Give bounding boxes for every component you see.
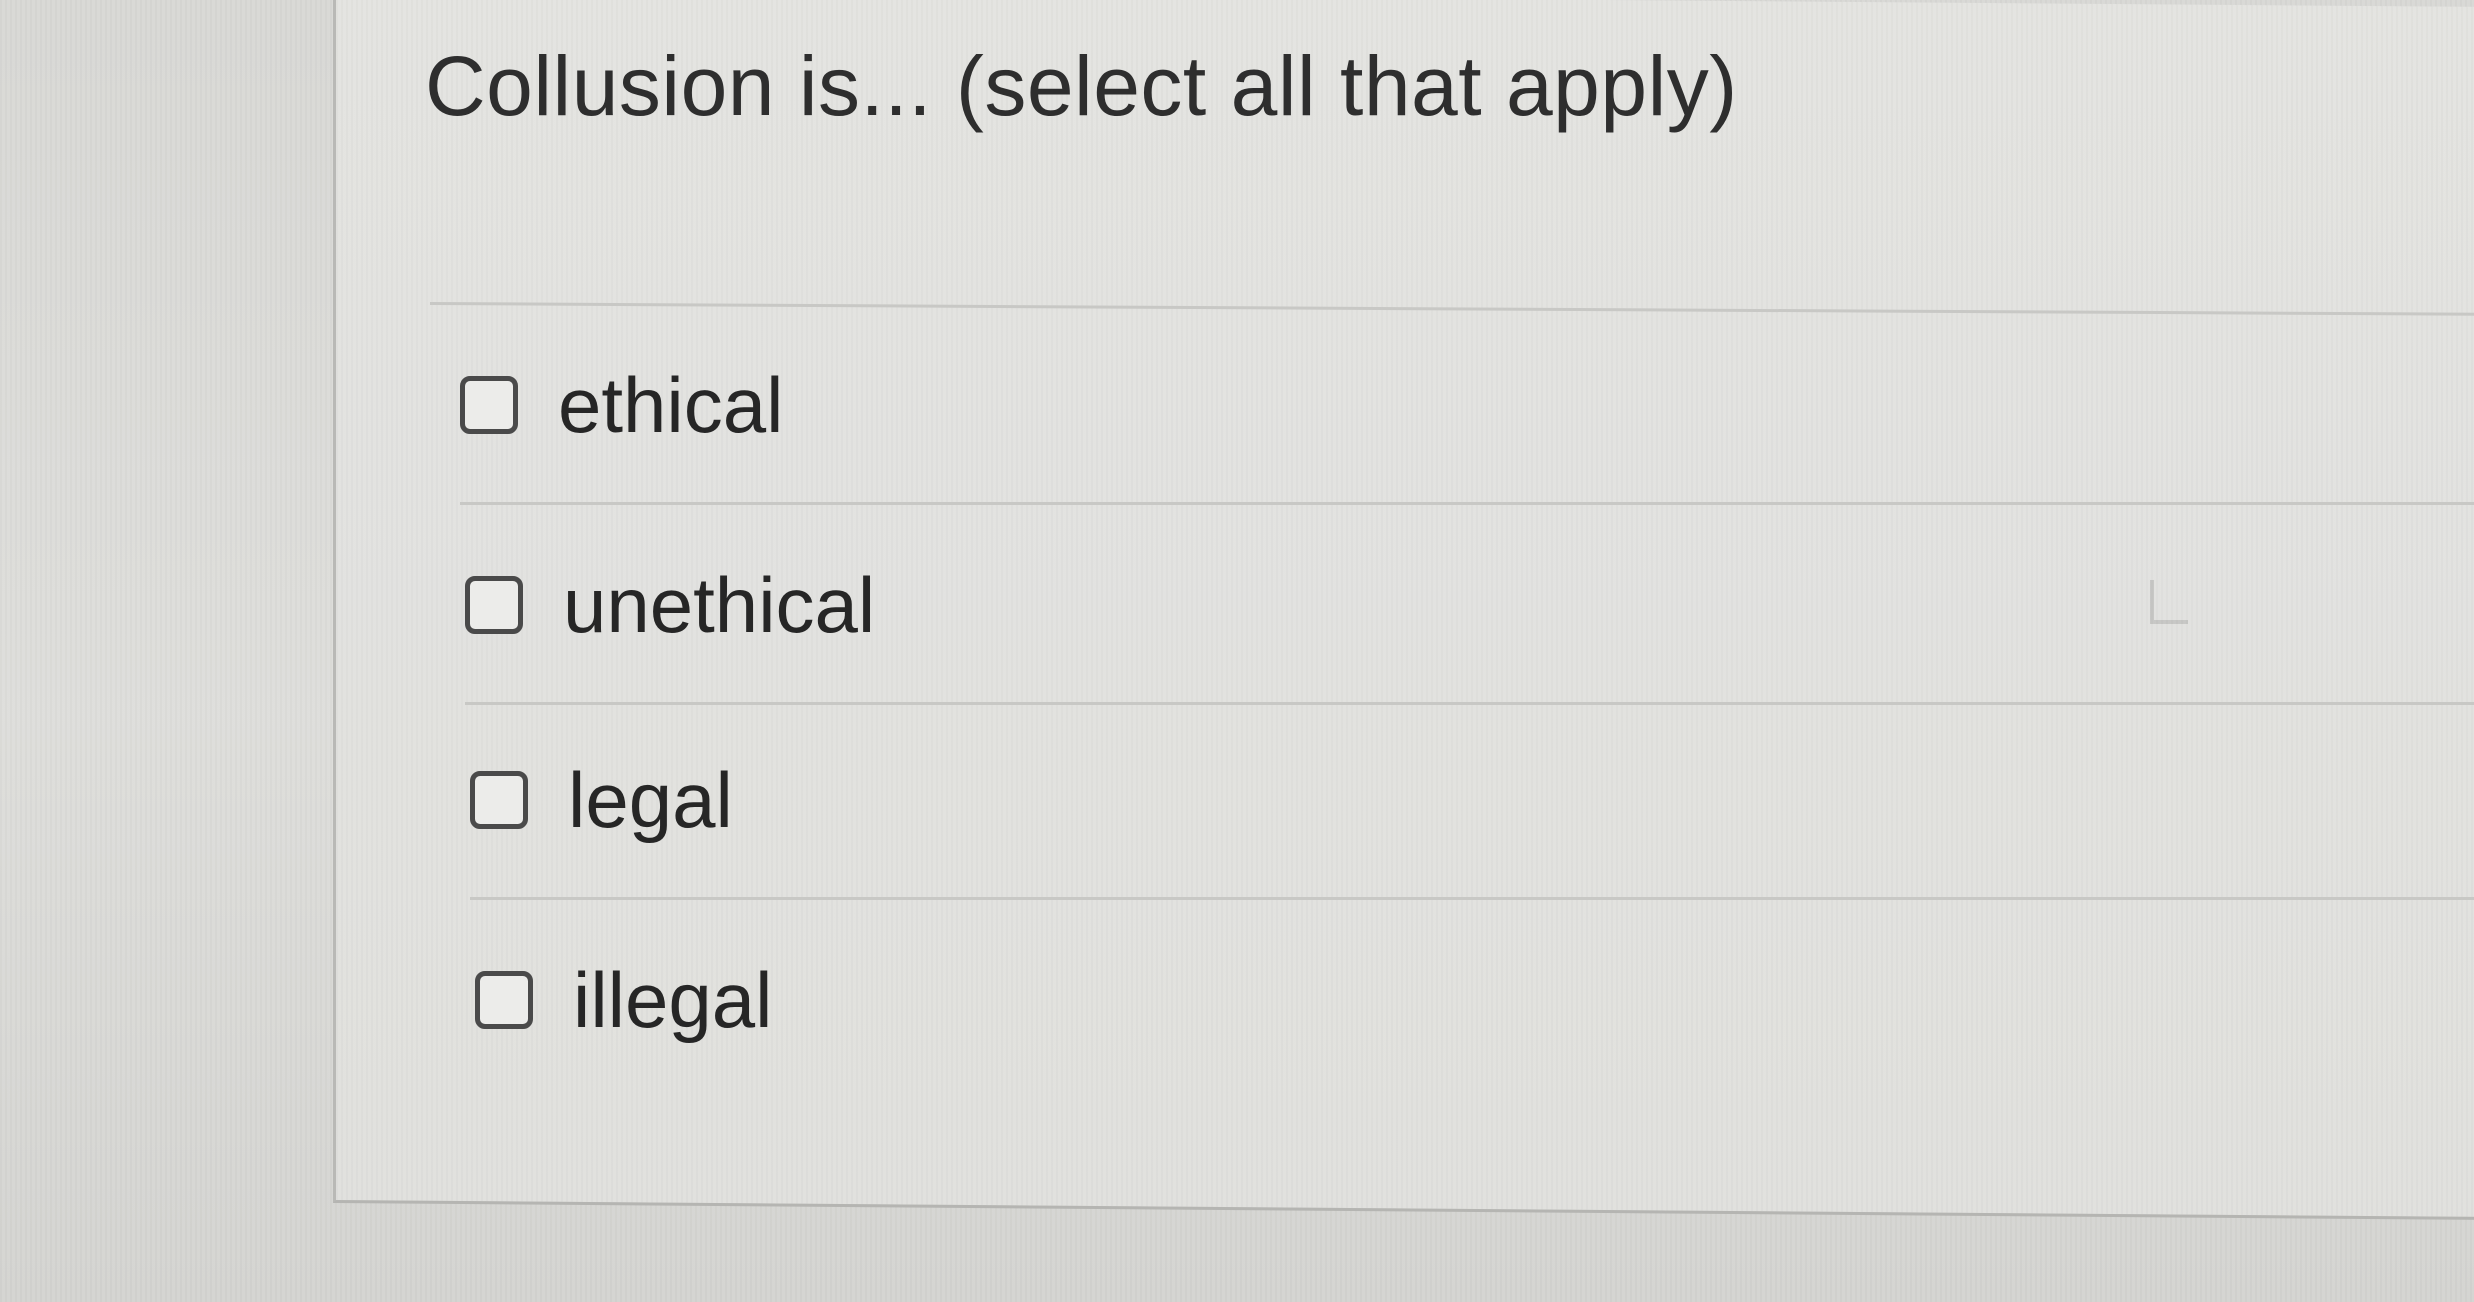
answer-label[interactable]: unethical: [563, 560, 875, 651]
answer-label[interactable]: legal: [568, 755, 733, 846]
answer-option-legal[interactable]: legal: [470, 700, 2474, 900]
answer-label[interactable]: illegal: [573, 955, 772, 1046]
faint-cursor-mark: [2150, 580, 2188, 624]
checkbox-unethical[interactable]: [465, 576, 523, 634]
checkbox-illegal[interactable]: [475, 971, 533, 1029]
checkbox-ethical[interactable]: [460, 376, 518, 434]
checkbox-legal[interactable]: [470, 771, 528, 829]
answer-option-ethical[interactable]: ethical: [460, 305, 2474, 505]
answer-label[interactable]: ethical: [558, 360, 783, 451]
answer-option-illegal[interactable]: illegal: [475, 900, 2474, 1100]
question-text: Collusion is... (select all that apply): [425, 39, 1738, 133]
quiz-screen: Collusion is... (select all that apply) …: [0, 0, 2474, 1302]
